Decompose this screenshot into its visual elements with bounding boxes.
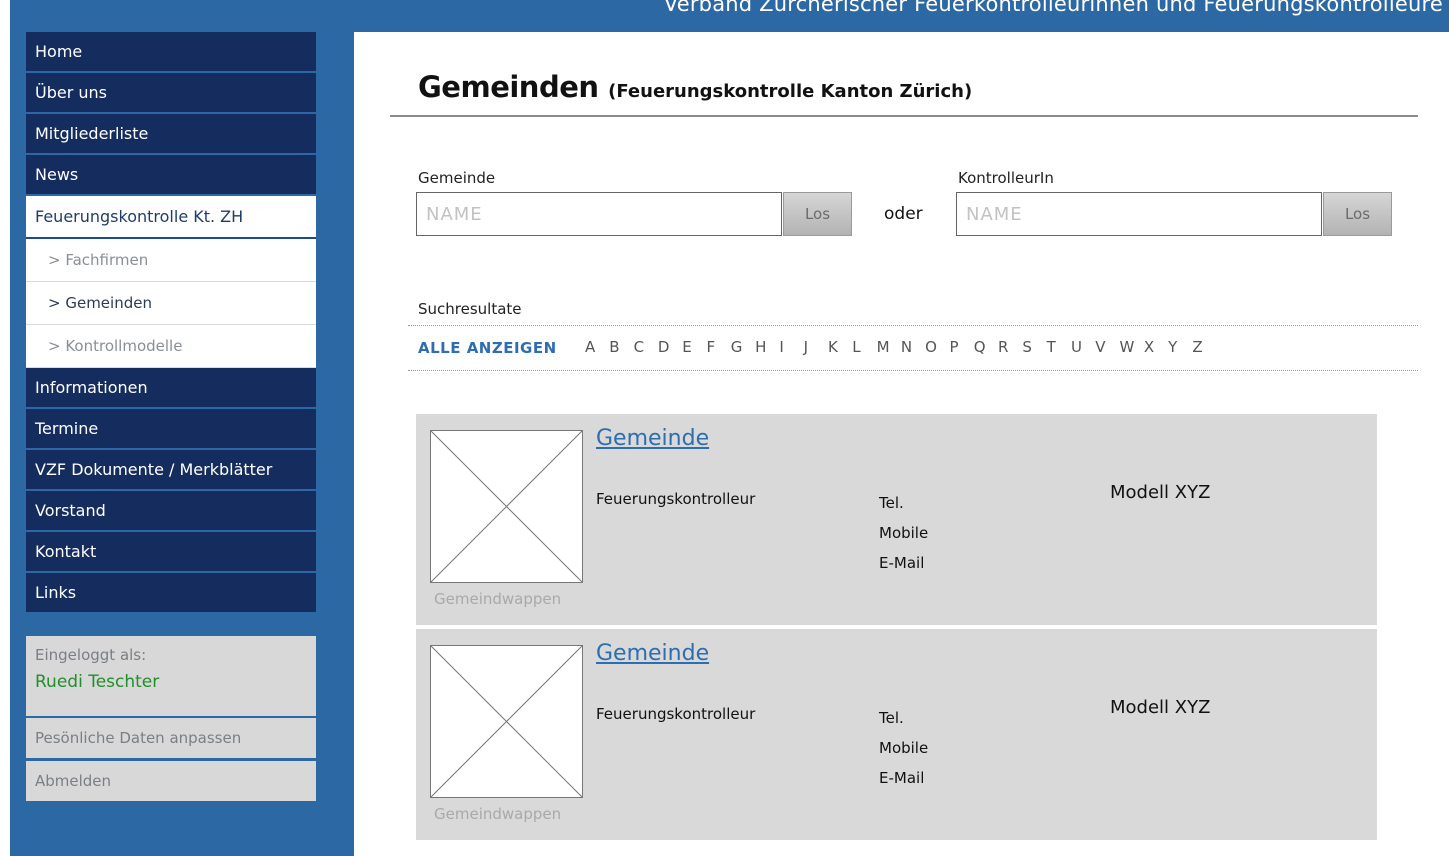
alphabet-letter-p[interactable]: P [949, 338, 973, 356]
municipality-search-button[interactable]: Los [783, 192, 852, 236]
alphabet-letter-m[interactable]: M [877, 338, 901, 356]
page-title: Gemeinden (Feuerungskontrolle Kanton Zür… [418, 70, 972, 104]
alphabet-letter-j[interactable]: J [804, 338, 828, 356]
contact-info: Tel. Mobile E-Mail [879, 488, 928, 578]
edit-profile-link[interactable]: Pesönliche Daten anpassen [26, 718, 316, 758]
nav-item-home[interactable]: Home [26, 32, 316, 73]
page-subtitle: (Feuerungskontrolle Kanton Zürich) [608, 81, 973, 102]
nav-item-feuerungskontrolle[interactable]: Feuerungskontrolle Kt. ZH [26, 196, 316, 239]
coat-of-arms-placeholder [430, 430, 583, 583]
alphabet-letter-f[interactable]: F [706, 338, 730, 356]
inspector-label: KontrolleurIn [958, 169, 1054, 187]
contact-mobile: Mobile [879, 739, 929, 757]
nav-subitem-fachfirmen[interactable]: > Fachfirmen [26, 239, 316, 282]
inspector-name: Feuerungskontrolleur [596, 490, 756, 508]
user-name: Ruedi Teschter [35, 672, 160, 692]
contact-tel: Tel. [879, 494, 904, 512]
nav-item-dokumente[interactable]: VZF Dokumente / Merkblätter [26, 450, 316, 491]
alphabet-letter-k[interactable]: K [828, 338, 852, 356]
alphabet-letter-a[interactable]: A [585, 338, 609, 356]
contact-tel: Tel. [879, 709, 904, 727]
results-label: Suchresultate [418, 300, 522, 318]
alphabet-letter-t[interactable]: T [1047, 338, 1071, 356]
nav-item-informationen[interactable]: Informationen [26, 368, 316, 409]
image-placeholder-icon [431, 646, 582, 797]
alphabet-letter-w[interactable]: W [1120, 338, 1144, 356]
nav-subitem-kontrollmodelle[interactable]: > Kontrollmodelle [26, 325, 316, 368]
alphabet-letter-d[interactable]: D [658, 338, 682, 356]
show-all-link[interactable]: ALLE ANZEIGEN [418, 339, 557, 357]
contact-email: E-Mail [879, 769, 925, 787]
inspector-name: Feuerungskontrolleur [596, 705, 756, 723]
alphabet-letter-u[interactable]: U [1071, 338, 1095, 356]
logout-link[interactable]: Abmelden [26, 761, 316, 801]
or-label: oder [884, 204, 923, 224]
nav-item-vorstand[interactable]: Vorstand [26, 491, 316, 532]
alphabet-letter-i[interactable]: I [779, 338, 803, 356]
site-title: Verband Zürcherischer Feuerkontrolleurin… [663, 0, 1443, 16]
login-status: Eingeloggt als: Ruedi Teschter [26, 636, 316, 716]
alphabet-letter-n[interactable]: N [901, 338, 925, 356]
logged-in-label: Eingeloggt als: [35, 646, 147, 664]
alphabet-letter-b[interactable]: B [609, 338, 633, 356]
control-model: Modell XYZ [1110, 482, 1211, 503]
alphabet-letter-q[interactable]: Q [974, 338, 998, 356]
alphabet-letter-x[interactable]: X [1144, 338, 1168, 356]
dotted-divider [408, 370, 1418, 371]
contact-mobile: Mobile [879, 524, 929, 542]
crest-caption: Gemeindwappen [434, 590, 562, 608]
dotted-divider [408, 325, 1418, 326]
alphabet-letter-g[interactable]: G [731, 338, 755, 356]
alphabet-letter-l[interactable]: L [852, 338, 876, 356]
contact-email: E-Mail [879, 554, 925, 572]
alphabet-letter-h[interactable]: H [755, 338, 779, 356]
alphabet-letter-z[interactable]: Z [1192, 338, 1216, 356]
nav-item-ueber-uns[interactable]: Über uns [26, 73, 316, 114]
alphabet-letter-s[interactable]: S [1022, 338, 1046, 356]
alphabet-letter-v[interactable]: V [1095, 338, 1119, 356]
coat-of-arms-placeholder [430, 645, 583, 798]
nav-subitem-gemeinden[interactable]: > Gemeinden [26, 282, 316, 325]
page-title-main: Gemeinden [418, 70, 599, 104]
image-placeholder-icon [431, 431, 582, 582]
inspector-search-button[interactable]: Los [1323, 192, 1392, 236]
inspector-search-input[interactable] [956, 192, 1322, 236]
alphabet-letter-y[interactable]: Y [1168, 338, 1192, 356]
nav-item-mitgliederliste[interactable]: Mitgliederliste [26, 114, 316, 155]
nav-item-termine[interactable]: Termine [26, 409, 316, 450]
alphabet-letter-e[interactable]: E [682, 338, 706, 356]
municipality-label: Gemeinde [418, 169, 496, 187]
alphabet-letter-c[interactable]: C [634, 338, 658, 356]
alphabet-letter-r[interactable]: R [998, 338, 1022, 356]
title-divider [390, 115, 1418, 117]
municipality-link[interactable]: Gemeinde [596, 641, 709, 666]
crest-caption: Gemeindwappen [434, 805, 562, 823]
result-card: Gemeindwappen Gemeinde Feuerungskontroll… [416, 414, 1377, 625]
alphabet-letter-o[interactable]: O [925, 338, 949, 356]
municipality-link[interactable]: Gemeinde [596, 426, 709, 451]
contact-info: Tel. Mobile E-Mail [879, 703, 928, 793]
header-bar: Verband Zürcherischer Feuerkontrolleurin… [10, 0, 1449, 32]
alphabet-filter: ABCDEFGHIJKLMNOPQRSTUVWXYZ [585, 338, 1217, 356]
nav-item-news[interactable]: News [26, 155, 316, 196]
control-model: Modell XYZ [1110, 697, 1211, 718]
main-navigation: Home Über uns Mitgliederliste News Feuer… [26, 32, 316, 614]
nav-item-links[interactable]: Links [26, 573, 316, 614]
nav-item-kontakt[interactable]: Kontakt [26, 532, 316, 573]
result-card: Gemeindwappen Gemeinde Feuerungskontroll… [416, 629, 1377, 840]
municipality-search-input[interactable] [416, 192, 782, 236]
